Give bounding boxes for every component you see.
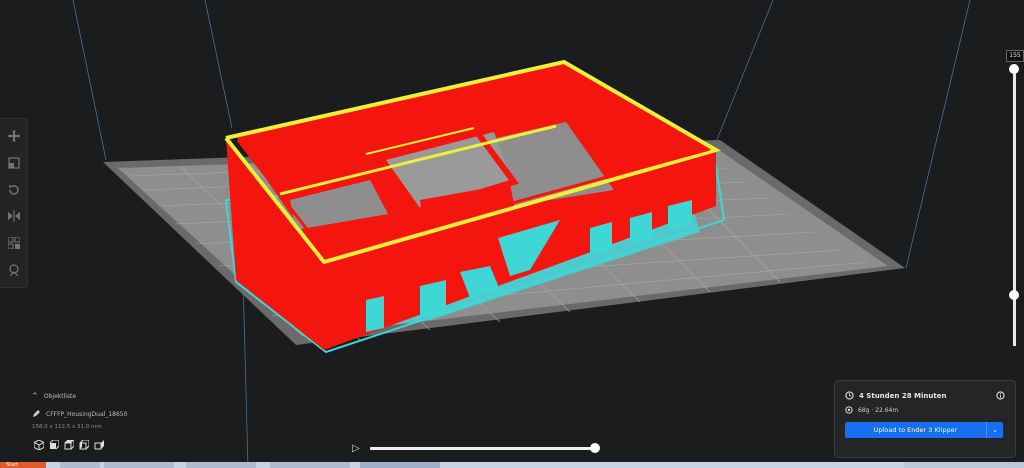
scale-icon	[7, 157, 20, 169]
mirror-icon	[7, 210, 20, 223]
view-front-icon[interactable]	[49, 440, 59, 450]
support-blocker-icon	[8, 264, 19, 276]
view-3d-icon[interactable]	[34, 440, 44, 450]
taskbar-item-active[interactable]	[360, 462, 440, 468]
rotate-tool-button[interactable]	[6, 182, 22, 198]
simulation-slider-track[interactable]	[370, 447, 596, 450]
chevron-down-icon[interactable]: ⌄	[986, 422, 1003, 438]
layer-slider[interactable]: 155	[1006, 50, 1024, 346]
pencil-icon	[33, 410, 40, 417]
per-model-settings-icon	[7, 236, 20, 249]
layer-upper-handle[interactable]	[1009, 64, 1019, 74]
taskbar-item[interactable]	[104, 462, 174, 468]
simulation-slider-handle[interactable]	[590, 443, 600, 453]
layer-track[interactable]	[1013, 68, 1016, 346]
print-info-panel: 4 Stunden 28 Minuten 68g · 22.64m Upload…	[834, 380, 1016, 458]
layer-value-box[interactable]: 155	[1006, 50, 1024, 62]
object-list-item[interactable]: CFFFP_HousingDual_18650	[32, 410, 127, 418]
play-icon[interactable]: ▷	[352, 443, 362, 455]
view-right-icon[interactable]	[94, 440, 104, 450]
object-list: ^ Objektliste CFFFP_HousingDual_18650 15…	[32, 392, 182, 458]
move-icon	[7, 130, 20, 143]
start-button[interactable]: Start	[0, 462, 46, 468]
view-left-icon[interactable]	[79, 440, 89, 450]
object-dimensions: 158.0 x 112.5 x 31.0 mm	[32, 424, 102, 430]
chevron-up-icon: ^	[32, 392, 38, 400]
info-icon[interactable]	[996, 391, 1005, 400]
object-name: CFFFP_HousingDual_18650	[46, 410, 128, 418]
tool-panel	[0, 118, 28, 288]
view-top-icon[interactable]	[64, 440, 74, 450]
taskbar-item[interactable]	[186, 462, 256, 468]
clock-icon	[845, 391, 854, 400]
scale-tool-button[interactable]	[6, 155, 22, 171]
move-tool-button[interactable]	[6, 128, 22, 144]
mirror-tool-button[interactable]	[6, 208, 22, 224]
per-model-settings-button[interactable]	[6, 235, 22, 251]
taskbar-item[interactable]	[60, 462, 100, 468]
upload-button-label: Upload to Ender 3 Klipper	[873, 426, 958, 434]
system-tray	[904, 462, 1024, 468]
material-usage: 68g · 22.64m	[858, 406, 899, 414]
layer-lower-handle[interactable]	[1009, 290, 1019, 300]
spool-icon	[845, 406, 853, 414]
taskbar-item[interactable]	[270, 462, 350, 468]
rotate-icon	[8, 184, 19, 195]
object-list-toggle[interactable]: ^ Objektliste	[32, 392, 182, 400]
camera-view-buttons	[34, 440, 104, 450]
print-time: 4 Stunden 28 Minuten	[859, 391, 947, 400]
support-blocker-button[interactable]	[6, 262, 22, 278]
upload-button[interactable]: Upload to Ender 3 Klipper ⌄	[845, 422, 1003, 438]
object-list-title: Objektliste	[43, 392, 77, 400]
taskbar: Start	[0, 462, 1024, 468]
